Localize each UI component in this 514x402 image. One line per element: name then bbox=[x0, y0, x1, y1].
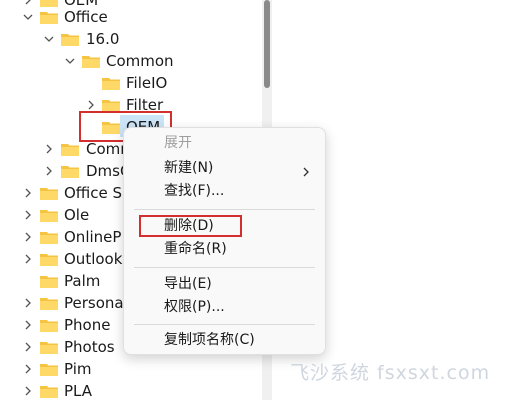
folder-icon bbox=[40, 186, 58, 200]
folder-icon bbox=[40, 384, 58, 398]
expand-chevron-icon[interactable] bbox=[22, 187, 34, 199]
folder-icon bbox=[61, 32, 79, 46]
watermark: 飞沙系统 fsxsxt.com bbox=[290, 362, 491, 384]
menu-item-new[interactable]: 新建(N) bbox=[164, 158, 213, 178]
folder-icon bbox=[40, 318, 58, 332]
tree-item-label[interactable]: PLA bbox=[64, 380, 92, 402]
folder-icon bbox=[102, 76, 120, 90]
expand-chevron-icon[interactable] bbox=[22, 363, 34, 375]
folder-icon bbox=[61, 142, 79, 156]
folder-icon bbox=[40, 230, 58, 244]
folder-icon bbox=[40, 0, 58, 7]
expand-chevron-icon[interactable] bbox=[22, 385, 34, 397]
expand-chevron-icon[interactable] bbox=[22, 209, 34, 221]
menu-separator bbox=[134, 267, 315, 268]
folder-icon bbox=[40, 296, 58, 310]
folder-icon bbox=[40, 362, 58, 376]
menu-item-export[interactable]: 导出(E) bbox=[164, 274, 212, 294]
folder-icon bbox=[40, 340, 58, 354]
collapse-chevron-icon[interactable] bbox=[22, 11, 34, 23]
menu-item-copy-key-name[interactable]: 复制项名称(C) bbox=[164, 330, 255, 350]
tree-item-label[interactable]: Pim bbox=[64, 358, 92, 380]
menu-separator bbox=[134, 324, 315, 325]
scrollbar-thumb[interactable] bbox=[264, 0, 270, 88]
folder-icon bbox=[40, 208, 58, 222]
expand-chevron-icon[interactable] bbox=[22, 341, 34, 353]
context-menu: 展开 新建(N) 查找(F)... 删除(D) 重命名(R) 导出(E) 权限(… bbox=[123, 127, 326, 355]
menu-separator bbox=[134, 209, 315, 210]
folder-icon bbox=[40, 274, 58, 288]
expand-chevron-icon[interactable] bbox=[22, 0, 34, 6]
folder-icon bbox=[40, 10, 58, 24]
expand-chevron-icon[interactable] bbox=[85, 99, 97, 111]
folder-icon bbox=[61, 164, 79, 178]
chevron-right-icon bbox=[302, 162, 310, 181]
tree-item-label[interactable]: Common bbox=[106, 50, 174, 72]
tree-item-label[interactable]: Office bbox=[64, 6, 108, 28]
tree-item-label[interactable]: Ole bbox=[64, 204, 89, 226]
collapse-chevron-icon[interactable] bbox=[43, 33, 55, 45]
expand-chevron-icon[interactable] bbox=[22, 231, 34, 243]
tree-item-label[interactable]: Persona bbox=[64, 292, 124, 314]
collapse-chevron-icon[interactable] bbox=[64, 55, 76, 67]
tree-item-label[interactable]: Office S bbox=[64, 182, 122, 204]
tree-item-label[interactable]: Phone bbox=[64, 314, 110, 336]
expand-chevron-icon[interactable] bbox=[43, 143, 55, 155]
tree-item-label[interactable]: FileIO bbox=[126, 72, 167, 94]
menu-item-expand[interactable]: 展开 bbox=[164, 133, 192, 153]
tree-item-label[interactable]: Photos bbox=[64, 336, 115, 358]
menu-item-rename[interactable]: 重命名(R) bbox=[164, 239, 227, 259]
folder-icon bbox=[102, 98, 120, 112]
folder-icon bbox=[82, 54, 100, 68]
highlight-box-delete bbox=[139, 215, 242, 237]
tree-item-label[interactable]: Outlook bbox=[64, 248, 122, 270]
expand-chevron-icon[interactable] bbox=[22, 319, 34, 331]
tree-item-label[interactable]: Palm bbox=[64, 270, 100, 292]
menu-item-find[interactable]: 查找(F)... bbox=[164, 181, 224, 201]
tree-item-label[interactable]: 16.0 bbox=[86, 28, 119, 50]
expand-chevron-icon[interactable] bbox=[43, 165, 55, 177]
expand-chevron-icon[interactable] bbox=[22, 297, 34, 309]
menu-item-permissions[interactable]: 权限(P)... bbox=[164, 297, 225, 317]
tree-item-label[interactable]: OnlineP bbox=[64, 226, 121, 248]
expand-chevron-icon[interactable] bbox=[22, 253, 34, 265]
folder-icon bbox=[40, 252, 58, 266]
